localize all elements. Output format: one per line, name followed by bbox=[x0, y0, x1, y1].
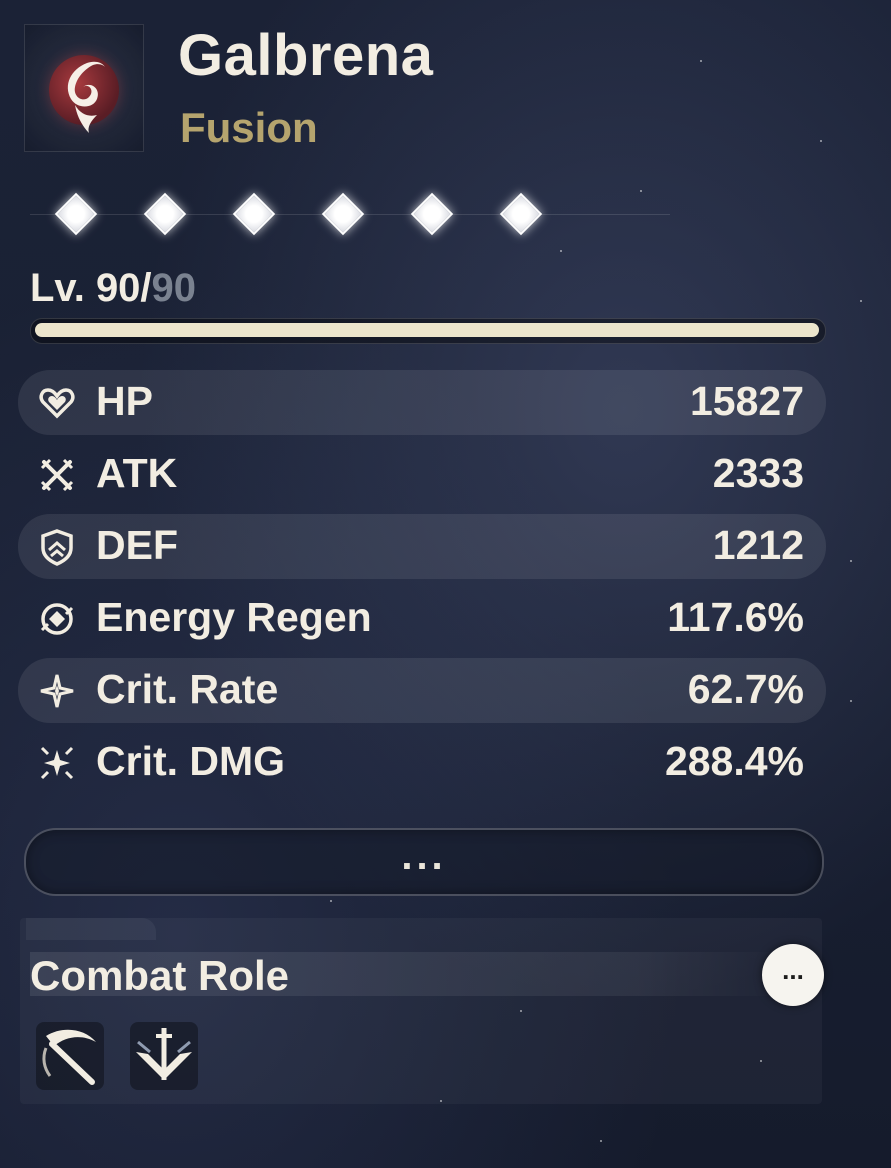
heart-icon bbox=[39, 388, 75, 419]
burst-sparkle-icon bbox=[40, 746, 74, 780]
sequence-node[interactable] bbox=[52, 190, 98, 236]
sequence-node[interactable] bbox=[141, 190, 187, 236]
stat-row-def: DEF 1212 bbox=[18, 514, 826, 579]
stat-value: 288.4% bbox=[664, 738, 804, 784]
stat-value: 2333 bbox=[712, 450, 804, 496]
stat-row-energy-regen: Energy Regen 117.6% bbox=[18, 586, 826, 651]
stat-row-atk: ATK 2333 bbox=[18, 442, 826, 507]
stat-row-hp: HP 15827 bbox=[18, 370, 826, 435]
level-max: 90 bbox=[151, 266, 197, 310]
stat-value: 1212 bbox=[712, 522, 804, 568]
stat-label: Energy Regen bbox=[96, 594, 372, 640]
more-stats-button[interactable]: ... bbox=[24, 828, 824, 896]
shield-icon bbox=[41, 529, 73, 566]
sparkle-icon bbox=[40, 674, 74, 708]
diamond-icon bbox=[54, 192, 98, 236]
combat-role-item[interactable] bbox=[130, 1022, 198, 1090]
stat-value: 62.7% bbox=[687, 666, 804, 712]
stat-value: 117.6% bbox=[667, 594, 804, 640]
scythe-blade-icon bbox=[42, 1029, 96, 1085]
energy-regen-icon bbox=[40, 603, 74, 635]
sequence-node[interactable] bbox=[497, 190, 543, 236]
diamond-icon bbox=[499, 192, 543, 236]
level-current: Lv. 90/ bbox=[30, 266, 152, 310]
stat-row-crit-rate: Crit. Rate 62.7% bbox=[18, 658, 826, 723]
character-element: Fusion bbox=[180, 104, 318, 151]
fusion-flame-icon bbox=[67, 61, 105, 133]
level-text: Lv. 90/90 bbox=[30, 266, 196, 311]
diamond-icon bbox=[143, 192, 187, 236]
downward-sword-icon bbox=[136, 1028, 192, 1080]
sequence-row bbox=[30, 180, 710, 250]
stat-row-crit-dmg: Crit. DMG 288.4% bbox=[18, 730, 826, 795]
more-stats-label: ... bbox=[401, 834, 447, 878]
diamond-icon bbox=[232, 192, 276, 236]
stats-list: HP 15827 ATK 2333 DEF 1212 Energy Regen … bbox=[18, 370, 826, 802]
stat-label: HP bbox=[96, 378, 153, 424]
combat-role-panel: Combat Role ... bbox=[20, 918, 824, 1104]
level-progress-fill bbox=[35, 323, 819, 337]
combat-role-item[interactable] bbox=[36, 1022, 104, 1090]
sequence-node[interactable] bbox=[319, 190, 365, 236]
element-emblem bbox=[24, 24, 144, 152]
crossed-swords-icon bbox=[40, 458, 74, 492]
stat-label: DEF bbox=[96, 522, 178, 568]
stat-label: Crit. Rate bbox=[96, 666, 279, 712]
diamond-icon bbox=[321, 192, 365, 236]
combat-role-more-button[interactable]: ... bbox=[762, 944, 824, 1006]
level-progress-bar bbox=[30, 318, 826, 344]
combat-role-title: Combat Role bbox=[30, 952, 290, 999]
sequence-node[interactable] bbox=[408, 190, 454, 236]
sequence-node[interactable] bbox=[230, 190, 276, 236]
stat-label: ATK bbox=[96, 450, 178, 496]
stat-label: Crit. DMG bbox=[96, 738, 286, 784]
character-name: Galbrena bbox=[178, 23, 434, 88]
diamond-icon bbox=[410, 192, 454, 236]
stat-value: 15827 bbox=[689, 378, 804, 424]
